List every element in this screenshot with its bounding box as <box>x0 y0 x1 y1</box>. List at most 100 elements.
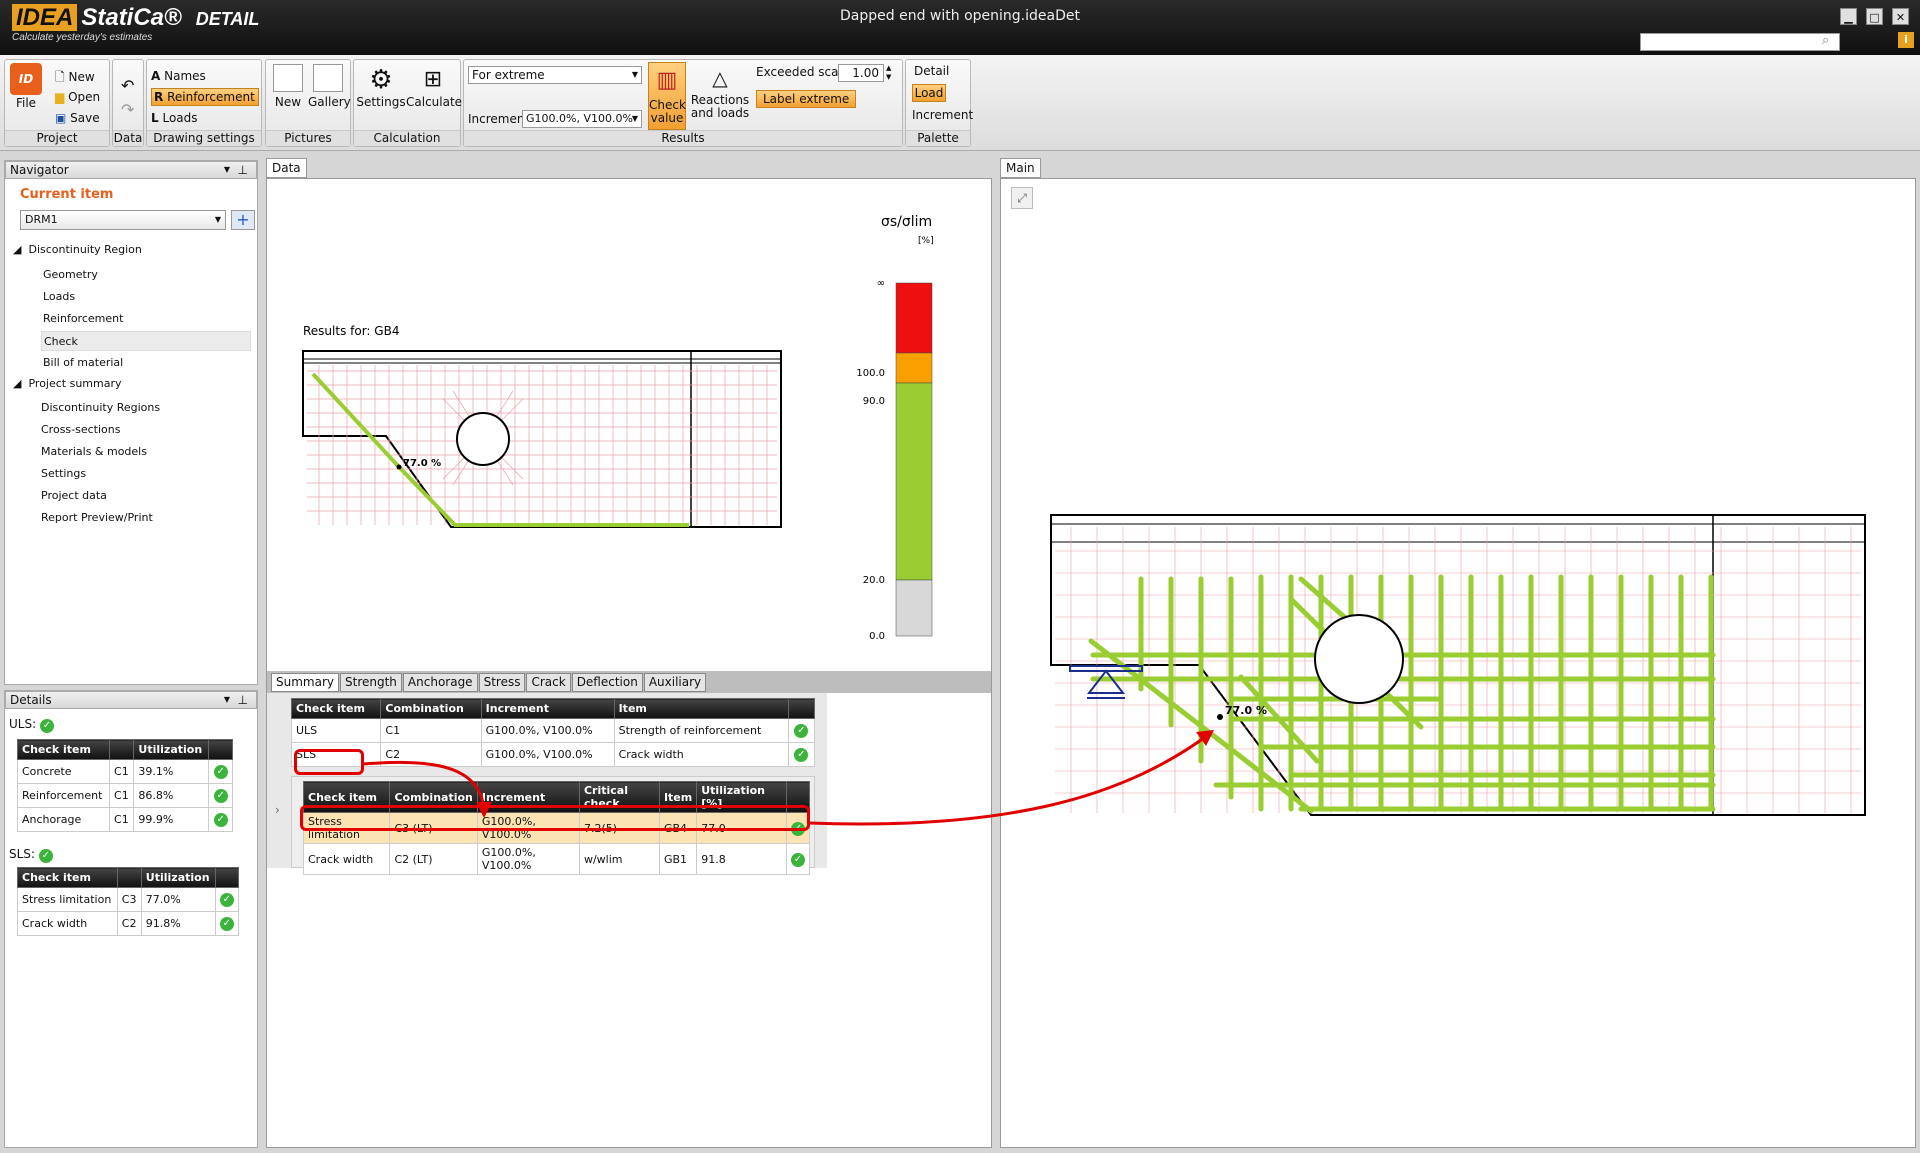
table-row[interactable]: Reinforcement C1 86.8% ✓ <box>16 783 233 808</box>
open-button[interactable]: ▆ Open <box>55 90 100 104</box>
calculate-button[interactable]: ⊞ Calculate <box>406 64 462 109</box>
current-item-heading: Current item <box>20 187 114 202</box>
increment-select[interactable]: G100.0%, V100.0% ▼ <box>522 110 642 128</box>
tree-summary[interactable]: ◢ Project summary <box>13 377 122 390</box>
cell-comb: C1 <box>380 718 482 743</box>
tab-data[interactable]: Data <box>266 158 307 178</box>
undo-icon[interactable]: ↶ <box>121 76 134 95</box>
label-extreme-toggle[interactable]: Label extreme <box>756 90 856 108</box>
file-label: File <box>15 96 37 110</box>
check-label-1: Check <box>649 98 686 112</box>
load-toggle[interactable]: Load <box>912 84 946 102</box>
scale-input[interactable]: 1.00 <box>838 64 884 82</box>
increment-palette[interactable]: Increment <box>912 108 973 122</box>
chevron-down-icon[interactable]: ▼ <box>224 162 230 178</box>
settings-button[interactable]: ⚙ Settings <box>356 64 406 109</box>
table-row[interactable]: ULS C1 G100.0%, V100.0% Strength of reinfor… <box>290 718 816 743</box>
tree-item[interactable]: Materials & models <box>41 445 147 458</box>
check-ok-icon: ✓ <box>219 917 234 931</box>
current-item-select[interactable]: DRM1 ▼ <box>20 210 226 230</box>
chevron-down-icon[interactable]: ▼ <box>224 692 230 708</box>
legend-red-band <box>895 282 933 354</box>
tree-item[interactable]: Discontinuity Regions <box>41 401 160 414</box>
main-panel: Main ⤢ 77.0 % <box>1000 158 1916 1148</box>
file-button[interactable]: ID File <box>8 63 44 110</box>
table-row[interactable]: Crack width C2 (LT) G100.0%, V100.0% w/wlim… <box>302 843 811 875</box>
pin-icon[interactable]: ⊥ <box>238 692 248 708</box>
minimize-icon[interactable]: ▁ <box>1840 8 1857 25</box>
maximize-icon[interactable]: □ <box>1866 8 1883 25</box>
loads-icon: L <box>151 111 159 125</box>
group-pictures: New Gallery Pictures <box>265 59 351 147</box>
check-tab[interactable]: Deflection <box>571 673 643 692</box>
table-row[interactable]: Stress limitation C3 77.0% ✓ <box>17 887 240 912</box>
tree-item[interactable]: Reinforcement <box>41 309 251 329</box>
tree-region-label: Discontinuity Region <box>28 243 142 256</box>
tree-item[interactable]: Bill of material <box>41 353 251 373</box>
gallery-button[interactable]: Gallery <box>308 64 351 109</box>
loads-toggle[interactable]: L Loads <box>151 110 259 128</box>
redo-icon[interactable]: ↷ <box>121 100 134 119</box>
check-ok-icon: ✓ <box>38 849 53 863</box>
new-picture-button[interactable]: New <box>270 64 306 109</box>
tree-item[interactable]: Project data <box>41 489 107 502</box>
data-canvas: Results for: GB4 77.0 % σs/σlim [%] ∞ 10… <box>302 214 934 642</box>
tab-main[interactable]: Main <box>1000 158 1041 178</box>
table-row[interactable]: SLS C2 G100.0%, V100.0% Crack width ✓ <box>290 742 816 767</box>
reactions-button[interactable]: △ Reactions and loads <box>690 62 750 120</box>
table-row[interactable]: Crack width C2 91.8% ✓ <box>17 911 240 936</box>
group-project: ID File 🗋 New ▆ Open ▣ Save Project <box>4 59 110 147</box>
slogan: Calculate yesterday's estimates <box>12 32 153 43</box>
check-ok-icon: ✓ <box>213 813 228 827</box>
tree-item[interactable]: Loads <box>41 287 251 307</box>
cell-util: 91.8 <box>696 843 787 875</box>
tree-item[interactable]: Settings <box>41 467 86 480</box>
new-project-button[interactable]: 🗋 New <box>55 68 95 89</box>
tree-item[interactable]: Geometry <box>41 265 251 285</box>
group-label: Calculation <box>354 130 460 146</box>
tree-item[interactable]: Cross-sections <box>41 423 120 436</box>
cell-inc: G100.0%, V100.0% <box>476 843 580 875</box>
check-tabs: Summary Strength Anchorage Stress Crack Defle… <box>267 671 991 693</box>
group-label: Pictures <box>266 130 350 146</box>
check-tab[interactable]: Anchorage <box>402 673 478 692</box>
cell-util: 86.8% <box>133 783 210 808</box>
tree-region[interactable]: ◢ Discontinuity Region <box>13 243 142 256</box>
cell-item: Strength of reinforcement <box>613 718 789 743</box>
add-item-button[interactable]: + <box>231 210 255 230</box>
reactions-icon: △ <box>712 66 728 90</box>
names-toggle[interactable]: A Names <box>151 68 259 86</box>
scale-stepper[interactable]: ▲ ▼ <box>886 64 898 82</box>
close-icon[interactable]: ✕ <box>1892 8 1909 25</box>
check-value-button[interactable]: ▥ Check value <box>648 62 686 130</box>
gear-icon: ⚙ <box>369 65 393 95</box>
table-row[interactable]: Concrete C1 39.1% ✓ <box>16 759 233 784</box>
check-tab[interactable]: Summary <box>271 673 339 692</box>
data-content: Results for: GB4 77.0 % σs/σlim [%] ∞ 10… <box>266 178 992 1148</box>
uls-table: Check item Utilization Concrete C1 39.1% ✓ Rei… <box>16 739 233 832</box>
pin-icon[interactable]: ⊥ <box>238 162 248 178</box>
search-input[interactable] <box>1640 33 1840 51</box>
cell-item: Crack width <box>17 911 118 936</box>
status-cell: ✓ <box>208 783 233 808</box>
table-row[interactable]: Anchorage C1 99.9% ✓ <box>16 807 233 832</box>
legend-orange-band <box>895 352 933 384</box>
group-drawing-settings: A Names R Reinforcement L Loads Drawing … <box>146 59 262 147</box>
check-tab[interactable]: Crack <box>526 673 571 692</box>
group-label: Results <box>464 130 902 146</box>
tree-item[interactable]: Check <box>41 331 251 351</box>
search-icon[interactable]: ⌕ <box>1822 33 1829 48</box>
extreme-select[interactable]: For extreme ▼ <box>468 66 642 84</box>
check-tab[interactable]: Stress <box>478 673 526 692</box>
info-icon[interactable]: i <box>1898 32 1914 48</box>
reinforcement-toggle[interactable]: R Reinforcement <box>151 88 259 106</box>
check-tab[interactable]: Auxiliary <box>643 673 707 692</box>
column-header: Check item <box>16 739 111 760</box>
check-tab[interactable]: Strength <box>340 673 402 692</box>
expand-row-icon[interactable]: › <box>275 803 280 817</box>
legend: σs/σlim [%] ∞ 100.0 90.0 20.0 0.0 <box>856 214 933 642</box>
column-header <box>116 867 142 888</box>
palette-detail-label: Detail <box>914 64 950 78</box>
tree-item[interactable]: Report Preview/Print <box>41 511 153 524</box>
save-button[interactable]: ▣ Save <box>55 111 100 125</box>
